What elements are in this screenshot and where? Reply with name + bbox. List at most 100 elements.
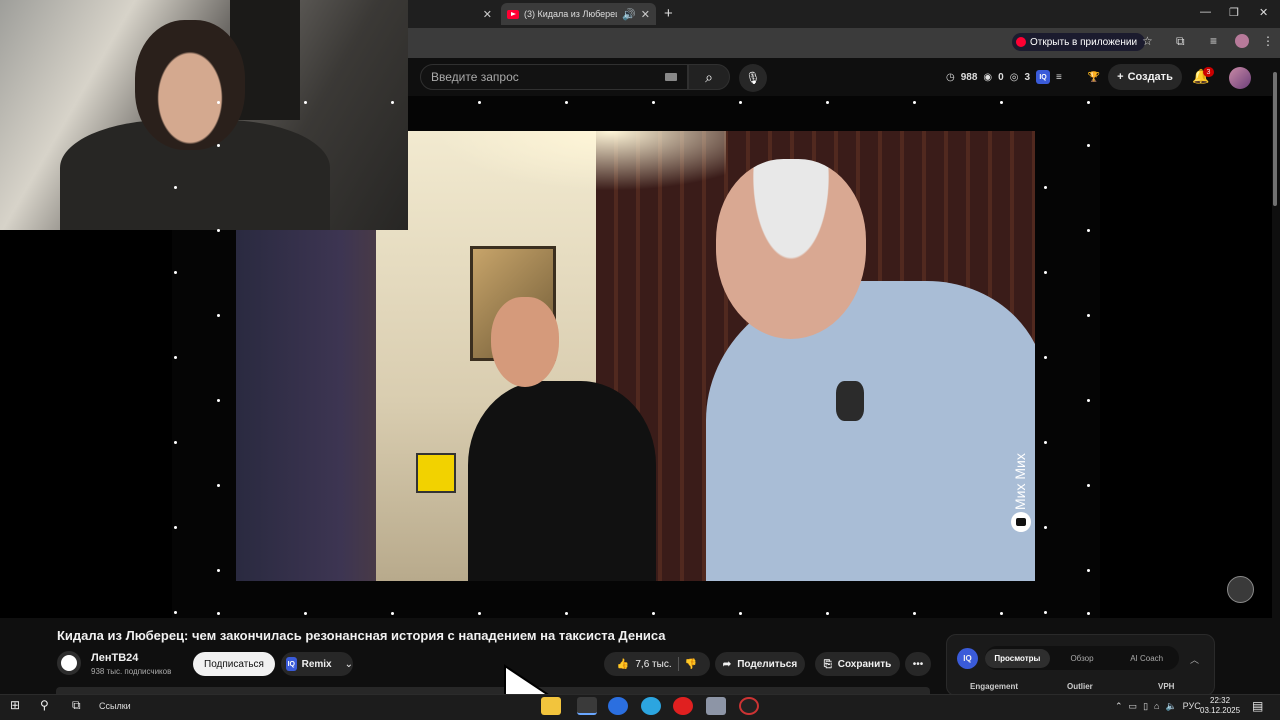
- like-dislike-group: 👍 7,6 тыс. 👎: [604, 652, 710, 676]
- search-placeholder: Введите запрос: [431, 70, 519, 84]
- grid-dot: [174, 611, 177, 614]
- checkmark-app-icon[interactable]: [608, 697, 628, 715]
- grid-dot: [217, 484, 220, 487]
- close-tab-icon[interactable]: ✕: [641, 8, 650, 21]
- grid-dot: [391, 612, 394, 615]
- notifications-center-icon[interactable]: ▤: [1252, 699, 1263, 713]
- remix-button[interactable]: IQ Remix ⌄: [281, 652, 353, 676]
- yandex-browser-icon[interactable]: [673, 697, 693, 715]
- grid-dot: [1000, 612, 1003, 615]
- minimize-icon[interactable]: —: [1200, 6, 1211, 18]
- subscribe-button[interactable]: Подписаться: [193, 652, 275, 676]
- stat-views: 988: [960, 71, 978, 83]
- grid-dot: [1087, 399, 1090, 402]
- keyboard-icon[interactable]: [665, 73, 677, 81]
- windows-start-icon[interactable]: ⊞: [10, 698, 20, 712]
- extensions-icon[interactable]: ⧉: [1176, 34, 1185, 49]
- column-vph: VPH: [1158, 682, 1175, 691]
- grid-dot: [1087, 612, 1090, 615]
- comments-icon: ◎: [1009, 71, 1019, 83]
- close-tab-icon[interactable]: ✕: [483, 8, 492, 21]
- monitor-icon[interactable]: ▭: [1129, 701, 1138, 712]
- telegram-icon[interactable]: [641, 697, 661, 715]
- stat-comments: 3: [1024, 71, 1031, 83]
- chrome-icon[interactable]: [577, 697, 597, 715]
- tab-views[interactable]: Просмотры: [985, 648, 1050, 668]
- channel-subscribers: 938 тыс. подписчиков: [91, 667, 172, 676]
- remote-desktop-icon[interactable]: [706, 697, 726, 715]
- task-view-icon[interactable]: ⧉: [72, 698, 81, 713]
- tab-title: (3) Кидала из Люберец: че: [524, 9, 617, 19]
- bookmark-star-icon[interactable]: ☆: [1142, 34, 1153, 48]
- chevron-up-icon[interactable]: ︿: [1190, 653, 1199, 666]
- browser-menu-icon[interactable]: ⋮: [1262, 34, 1274, 48]
- grid-dot: [217, 399, 220, 402]
- taskbar-search-icon[interactable]: ⚲: [40, 698, 49, 712]
- close-window-icon[interactable]: ✕: [1259, 6, 1268, 19]
- tab-ai-coach[interactable]: AI Coach: [1114, 654, 1179, 663]
- video-person-left-head: [491, 297, 559, 387]
- voice-search-button[interactable]: 🎙: [739, 64, 767, 92]
- like-icon[interactable]: 👍: [617, 659, 629, 670]
- vidiq-logo-icon: IQ: [957, 648, 978, 669]
- create-button[interactable]: + Создать: [1108, 64, 1182, 90]
- create-label: Создать: [1127, 71, 1173, 83]
- save-button[interactable]: ⎘ Сохранить: [815, 652, 900, 676]
- reading-list-icon[interactable]: ≡: [1210, 34, 1217, 48]
- grid-dot: [1087, 144, 1090, 147]
- video-watermark: Мих Мих: [1012, 453, 1028, 510]
- volume-icon[interactable]: 🔈: [1165, 701, 1176, 712]
- grid-dot: [739, 612, 742, 615]
- grid-dot: [1087, 569, 1090, 572]
- new-tab-icon[interactable]: +: [664, 5, 673, 22]
- list-icon[interactable]: ≡: [1056, 72, 1062, 83]
- like-count[interactable]: 7,6 тыс.: [635, 659, 671, 670]
- grid-dot: [739, 101, 742, 104]
- audio-playing-icon[interactable]: 🔊: [622, 8, 636, 21]
- grid-dot: [217, 314, 220, 317]
- grid-dot: [478, 101, 481, 104]
- network-icon[interactable]: ⌂: [1154, 701, 1159, 712]
- tab-previous[interactable]: ✕: [408, 3, 498, 25]
- tab-overview[interactable]: Обзор: [1050, 654, 1115, 663]
- grid-dot: [913, 612, 916, 615]
- share-button[interactable]: ➦ Поделиться: [715, 652, 805, 676]
- clock-time: 22:32: [1210, 696, 1231, 705]
- chevron-up-icon[interactable]: ⌃: [1115, 701, 1123, 712]
- webcam-person-head: [135, 20, 245, 150]
- taskbar-links[interactable]: Ссылки: [99, 701, 131, 711]
- grid-dot: [174, 526, 177, 529]
- channel-stats: ◷ 988 ◉ 0 ◎ 3 IQ ≡ 🏆: [946, 70, 1100, 84]
- clock-date: 03.12.2025: [1200, 706, 1241, 715]
- battery-icon[interactable]: ▯: [1143, 701, 1148, 712]
- user-avatar[interactable]: [1229, 67, 1251, 89]
- obs-icon[interactable]: [739, 697, 759, 715]
- grid-dot: [565, 612, 568, 615]
- chevron-down-icon: ⌄: [344, 658, 353, 670]
- restore-icon[interactable]: ❐: [1229, 6, 1239, 19]
- floating-action-button[interactable]: [1227, 576, 1254, 603]
- profile-avatar-icon[interactable]: [1235, 34, 1249, 48]
- remix-label: Remix: [301, 658, 332, 670]
- file-explorer-icon[interactable]: [541, 697, 561, 715]
- windows-taskbar: [0, 694, 1280, 720]
- tab-youtube-video[interactable]: (3) Кидала из Люберец: че 🔊 ✕: [501, 3, 656, 25]
- grid-dot: [391, 101, 394, 104]
- open-in-app-button[interactable]: Открыть в приложении: [1012, 33, 1146, 51]
- plus-icon: +: [1117, 71, 1124, 83]
- more-actions-button[interactable]: •••: [905, 652, 931, 676]
- scrollbar-thumb[interactable]: [1273, 72, 1277, 206]
- grid-dot: [652, 101, 655, 104]
- search-input[interactable]: Введите запрос: [420, 64, 688, 90]
- dislike-icon[interactable]: 👎: [685, 659, 697, 670]
- channel-name[interactable]: ЛенТВ24: [91, 652, 138, 664]
- taskbar-clock[interactable]: 22:32 03.12.2025: [1200, 696, 1240, 716]
- language-indicator[interactable]: РУС: [1183, 701, 1201, 712]
- grid-dot: [1087, 229, 1090, 232]
- trophy-icon[interactable]: 🏆: [1088, 72, 1100, 83]
- channel-avatar[interactable]: [57, 651, 81, 675]
- search-button[interactable]: ⌕: [688, 64, 730, 90]
- vidiq-icon[interactable]: IQ: [1036, 70, 1051, 84]
- grid-dot: [217, 229, 220, 232]
- notifications-badge: 3: [1203, 67, 1214, 77]
